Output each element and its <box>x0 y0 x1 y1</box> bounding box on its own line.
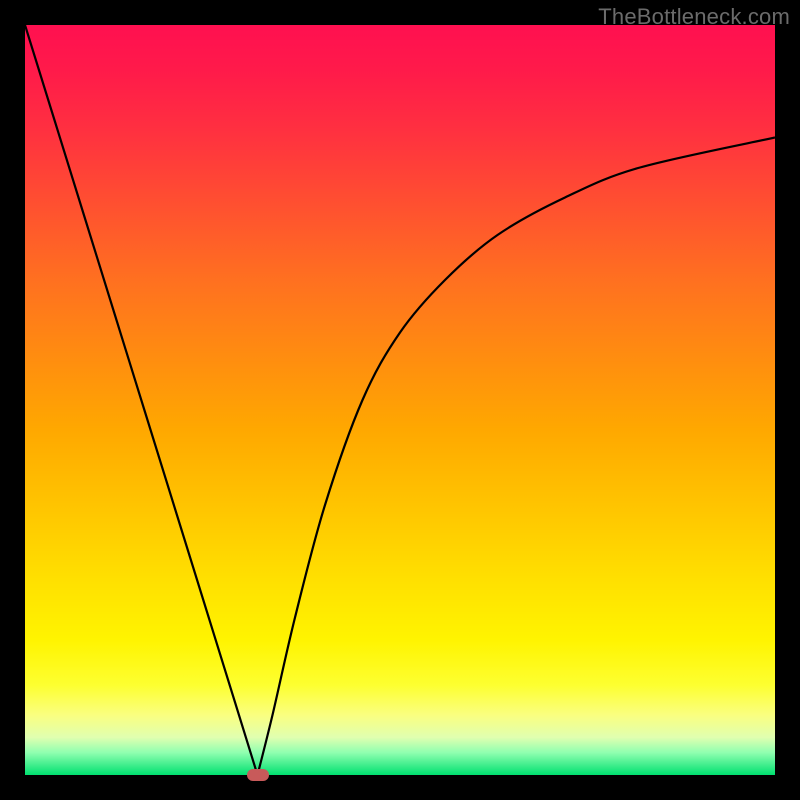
outer-frame: TheBottleneck.com <box>0 0 800 800</box>
plot-area <box>25 25 775 775</box>
attribution-label: TheBottleneck.com <box>598 4 790 30</box>
bottleneck-curve <box>25 25 775 775</box>
curve-right-branch <box>258 138 776 776</box>
optimum-marker <box>247 769 269 781</box>
curve-left-branch <box>25 25 258 775</box>
